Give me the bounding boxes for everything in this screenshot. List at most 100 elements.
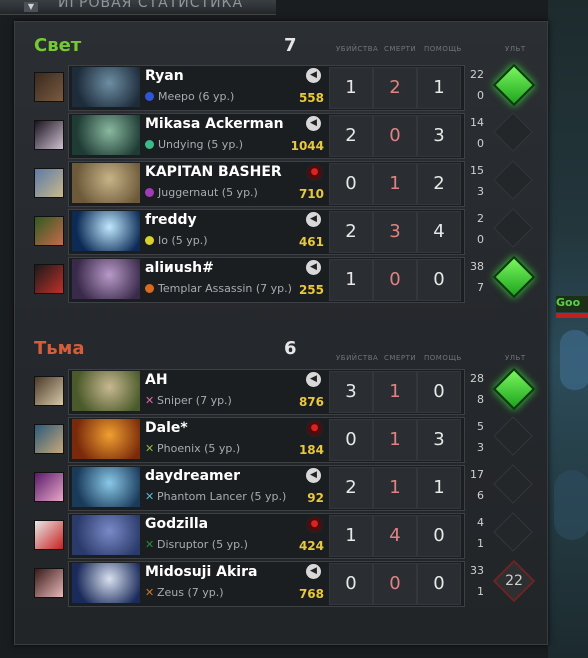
kills-count: 0	[329, 563, 373, 605]
ult-value-top: 28	[470, 372, 484, 385]
net-worth: 710	[298, 187, 324, 201]
voice-muted-icon[interactable]: ●	[306, 420, 323, 437]
column-header-deaths: СМЕРТИ	[384, 354, 417, 362]
player-avatar[interactable]	[34, 264, 64, 294]
player-avatar[interactable]	[34, 72, 64, 102]
speaker-icon[interactable]: ◀	[306, 372, 321, 387]
hero-info: Meepo (6 ур.)	[145, 90, 234, 103]
player-color-cross-icon: ✕	[145, 442, 155, 455]
player-name[interactable]: AH	[145, 372, 168, 388]
speaker-icon[interactable]: ◀	[306, 564, 321, 579]
chevron-down-icon[interactable]: ▼	[24, 2, 38, 12]
player-avatar[interactable]	[34, 424, 64, 454]
ult-ready-icon	[492, 367, 536, 411]
speaker-icon[interactable]: ◀	[306, 260, 321, 275]
player-name[interactable]: Dale*	[145, 420, 188, 436]
ult-value-bottom: 6	[477, 489, 484, 502]
player-avatar[interactable]	[34, 376, 64, 406]
hero-name-level: Zeus (7 ур.)	[157, 586, 224, 599]
net-worth: 768	[298, 587, 324, 601]
player-row[interactable]: freddy Io (5 ур.) ◀ 461 2 3 4 2 0	[0, 208, 588, 255]
deaths-count: 2	[373, 67, 417, 109]
player-name[interactable]: aliиush#	[145, 260, 214, 276]
player-row[interactable]: aliиush# Templar Assassin (7 ур.) ◀ 255 1 0 0 3…	[0, 255, 588, 303]
ult-value-bottom: 0	[477, 89, 484, 102]
ult-slot-icon	[493, 512, 533, 552]
player-avatar[interactable]	[34, 472, 64, 502]
player-name[interactable]: Godzilla	[145, 516, 208, 532]
ult-value-top: 38	[470, 260, 484, 273]
hero-portrait[interactable]	[72, 563, 140, 603]
ult-value-bottom: 0	[477, 233, 484, 246]
hero-portrait[interactable]	[72, 115, 140, 155]
deaths-count: 0	[373, 259, 417, 301]
kills-count: 2	[329, 467, 373, 509]
ult-value-top: 2	[477, 212, 484, 225]
team-score: 7	[284, 35, 297, 56]
column-header-ult: УЛЬТ	[505, 45, 526, 53]
player-row[interactable]: Midosuji Akira ✕ Zeus (7 ур.) ◀ 768 0 0 0 33 1 22	[0, 559, 588, 607]
assists-count: 1	[417, 67, 461, 109]
net-worth: 1044	[290, 139, 324, 153]
hero-portrait[interactable]	[72, 371, 140, 411]
player-row[interactable]: Ryan Meepo (6 ур.) ◀ 558 1 2 1 22 0	[0, 63, 588, 111]
player-avatar[interactable]	[34, 120, 64, 150]
ult-value-top: 22	[470, 68, 484, 81]
hero-info: ✕ Phantom Lancer (5 ур.)	[145, 490, 286, 503]
deaths-count: 1	[373, 371, 417, 413]
player-name[interactable]: Mikasa Ackerman	[145, 116, 284, 132]
player-row[interactable]: Dale* ✕ Phoenix (5 ур.) ● 184 0 1 3 5 3	[0, 416, 588, 463]
hero-portrait[interactable]	[72, 211, 140, 251]
player-name[interactable]: freddy	[145, 212, 197, 228]
dire-team-name: Тьма	[34, 338, 85, 359]
assists-count: 0	[417, 371, 461, 413]
player-name[interactable]: daydreamer	[145, 468, 240, 484]
speaker-icon[interactable]: ◀	[306, 212, 321, 227]
hero-portrait[interactable]	[72, 515, 140, 555]
hero-info: ✕ Zeus (7 ур.)	[145, 586, 224, 599]
ult-value-bottom: 3	[477, 441, 484, 454]
kills-count: 1	[329, 515, 373, 557]
player-color-dot	[145, 188, 154, 197]
speaker-icon[interactable]: ◀	[306, 468, 321, 483]
net-worth: 424	[298, 539, 324, 553]
deaths-count: 4	[373, 515, 417, 557]
assists-count: 3	[417, 115, 461, 157]
stats-toggle-tab[interactable]: ▼ ИГРОВАЯ СТАТИСТИКА	[0, 0, 276, 15]
hero-portrait[interactable]	[72, 67, 140, 107]
player-avatar[interactable]	[34, 168, 64, 198]
ult-value-bottom: 1	[477, 537, 484, 550]
player-row[interactable]: KAPITAN BASHER Juggernaut (5 ур.) ● 710 0 1 2 1…	[0, 160, 588, 207]
kills-count: 0	[329, 419, 373, 461]
player-avatar[interactable]	[34, 216, 64, 246]
ult-slot-icon	[493, 416, 533, 456]
ult-value-bottom: 1	[477, 585, 484, 598]
player-name[interactable]: KAPITAN BASHER	[145, 164, 282, 180]
panel-title: ИГРОВАЯ СТАТИСТИКА	[58, 0, 244, 11]
kills-count: 2	[329, 115, 373, 157]
hero-name-level: Undying (5 ур.)	[158, 138, 244, 151]
ult-ready-icon	[492, 255, 536, 299]
hero-name-level: Sniper (7 ур.)	[157, 394, 232, 407]
player-avatar[interactable]	[34, 520, 64, 550]
voice-muted-icon[interactable]: ●	[306, 164, 323, 181]
speaker-icon[interactable]: ◀	[306, 116, 321, 131]
assists-count: 2	[417, 163, 461, 205]
hero-portrait[interactable]	[72, 259, 140, 299]
player-row[interactable]: Godzilla ✕ Disruptor (5 ур.) ● 424 1 4 0 4 1	[0, 512, 588, 559]
hero-portrait[interactable]	[72, 419, 140, 459]
kills-count: 1	[329, 259, 373, 301]
player-name[interactable]: Midosuji Akira	[145, 564, 257, 580]
deaths-count: 1	[373, 467, 417, 509]
ult-slot-icon	[493, 464, 533, 504]
hero-portrait[interactable]	[72, 467, 140, 507]
hero-portrait[interactable]	[72, 163, 140, 203]
player-name[interactable]: Ryan	[145, 68, 184, 84]
player-row[interactable]: AH ✕ Sniper (7 ур.) ◀ 876 3 1 0 28 8	[0, 367, 588, 415]
kills-count: 0	[329, 163, 373, 205]
player-row[interactable]: daydreamer ✕ Phantom Lancer (5 ур.) ◀ 92 2 1 1 1…	[0, 464, 588, 511]
voice-muted-icon[interactable]: ●	[306, 516, 323, 533]
speaker-icon[interactable]: ◀	[306, 68, 321, 83]
player-avatar[interactable]	[34, 568, 64, 598]
player-row[interactable]: Mikasa Ackerman Undying (5 ур.) ◀ 1044 2 0 3 14…	[0, 112, 588, 159]
